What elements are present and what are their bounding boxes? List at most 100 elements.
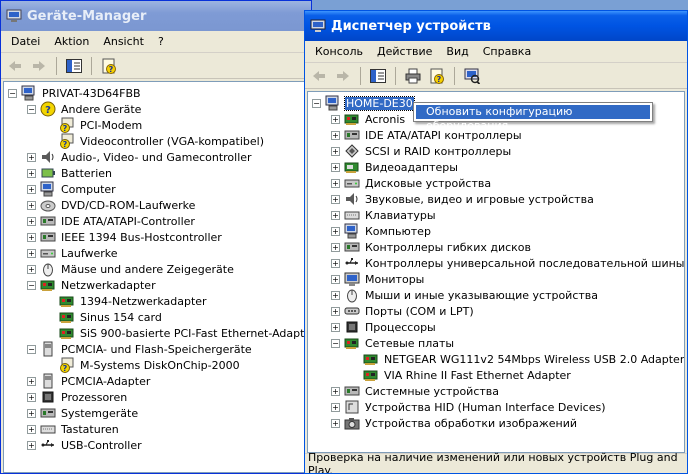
expand-icon[interactable]: + — [27, 184, 36, 194]
back-button[interactable] — [5, 56, 25, 76]
tree-item[interactable]: + IDE ATA/ATAPI-Controller — [27, 213, 196, 229]
tree-item[interactable]: + Laufwerke — [27, 245, 119, 261]
expand-icon[interactable]: + — [27, 200, 36, 210]
expand-icon[interactable]: + — [331, 290, 340, 300]
tree-item[interactable]: + Batterien — [27, 165, 113, 181]
expand-icon[interactable]: + — [331, 178, 340, 188]
tree-item[interactable]: + Устройства HID (Human Interface Devices… — [331, 399, 607, 415]
expand-icon[interactable]: + — [331, 258, 340, 268]
show-hide-tree-button[interactable] — [368, 66, 388, 86]
properties-button[interactable]: ? — [427, 66, 447, 86]
expand-icon[interactable]: + — [331, 226, 340, 236]
expand-icon[interactable]: + — [331, 194, 340, 204]
tree-item[interactable]: − PRIVAT-43D64FBB — [8, 85, 142, 101]
expand-icon[interactable]: + — [331, 402, 340, 412]
show-hide-tree-button[interactable] — [64, 56, 84, 76]
tree-item[interactable]: + Tastaturen — [27, 421, 120, 437]
tree-item[interactable]: + Видеоадаптеры — [331, 159, 459, 175]
tree-item[interactable]: Sinus 154 card — [46, 309, 163, 325]
expand-icon[interactable]: + — [27, 424, 36, 434]
expand-icon[interactable]: + — [27, 264, 36, 274]
tree-item[interactable]: + Компьютер — [331, 223, 432, 239]
tree-item[interactable]: ? M-Systems DiskOnChip-2000 — [46, 357, 241, 373]
collapse-icon[interactable]: − — [331, 338, 340, 348]
tree-item[interactable]: −? Andere Geräte — [27, 101, 142, 117]
expand-icon[interactable]: + — [27, 392, 36, 402]
tree-item[interactable]: ? Videocontroller (VGA-kompatibel) — [46, 133, 265, 149]
tree-item[interactable]: + Mäuse und andere Zeigegeräte — [27, 261, 235, 277]
properties-button[interactable]: ? — [99, 56, 119, 76]
expand-icon[interactable]: + — [331, 162, 340, 172]
tree-item[interactable]: + DVD/CD-ROM-Laufwerke — [27, 197, 196, 213]
expand-icon[interactable]: + — [331, 210, 340, 220]
tree-item[interactable]: 1394-Netzwerkadapter — [46, 293, 208, 309]
tree-item[interactable]: + Prozessoren — [27, 389, 128, 405]
title-bar[interactable]: Диспетчер устройств — [305, 11, 687, 41]
menu-console[interactable]: Консоль — [308, 45, 370, 58]
device-tree[interactable]: − HOME-DE30 + Acronis + IDE ATA/ATAPI контрол… — [307, 91, 685, 453]
collapse-icon[interactable]: − — [8, 88, 17, 98]
tree-item[interactable]: + Дисковые устройства — [331, 175, 492, 191]
print-button[interactable] — [403, 66, 423, 86]
expand-icon[interactable]: + — [331, 322, 340, 332]
collapse-icon[interactable]: − — [27, 104, 36, 114]
expand-icon[interactable]: + — [331, 418, 340, 428]
expand-icon[interactable]: + — [27, 248, 36, 258]
expand-icon[interactable]: + — [27, 216, 36, 226]
tree-item[interactable]: + SCSI и RAID контроллеры — [331, 143, 512, 159]
menu-aktion[interactable]: Aktion — [47, 35, 96, 48]
tree-item[interactable]: + IEEE 1394 Bus-Hostcontroller — [27, 229, 223, 245]
menu-view[interactable]: Вид — [439, 45, 475, 58]
tree-item[interactable]: + Контроллеры универсальной последователь… — [331, 255, 684, 271]
tree-item[interactable]: − HOME-DE30 — [312, 95, 415, 111]
tree-item[interactable]: ? PCI-Modem — [46, 117, 143, 133]
tree-item[interactable]: + Audio-, Video- und Gamecontroller — [27, 149, 253, 165]
expand-icon[interactable]: + — [27, 408, 36, 418]
expand-icon[interactable]: + — [331, 386, 340, 396]
tree-item[interactable]: + Acronis — [331, 111, 406, 127]
tree-item[interactable]: + Контроллеры гибких дисков — [331, 239, 532, 255]
expand-icon[interactable]: + — [27, 376, 36, 386]
expand-icon[interactable]: + — [27, 168, 36, 178]
tree-item[interactable]: − Netzwerkadapter — [27, 277, 157, 293]
context-menu-item-scan-hardware[interactable]: Обновить конфигурацию оборудования — [416, 105, 650, 132]
tree-item[interactable]: + Мыши и иные указывающие устройства — [331, 287, 599, 303]
tree-item[interactable]: + Процессоры — [331, 319, 437, 335]
expand-icon[interactable]: + — [331, 306, 340, 316]
forward-button[interactable] — [29, 56, 49, 76]
expand-icon[interactable]: + — [331, 114, 340, 124]
tree-item[interactable]: + Клавиатуры — [331, 207, 437, 223]
collapse-icon[interactable]: − — [312, 98, 321, 108]
expand-icon[interactable]: + — [331, 274, 340, 284]
expand-icon[interactable]: + — [27, 232, 36, 242]
tree-item[interactable]: NETGEAR WG111v2 54Mbps Wireless USB 2.0 … — [350, 351, 684, 367]
tree-item[interactable]: + Computer — [27, 181, 117, 197]
tree-item[interactable]: + USB-Controller — [27, 437, 143, 453]
tree-item[interactable]: + Звуковые, видео и игровые устройства — [331, 191, 595, 207]
scan-hardware-button[interactable] — [462, 66, 482, 86]
tree-item[interactable]: + Системные устройства — [331, 383, 500, 399]
tree-item[interactable]: SiS 900-basierte PCI-Fast Ethernet-Adapt… — [46, 325, 308, 341]
menu-action[interactable]: Действие — [370, 45, 439, 58]
collapse-icon[interactable]: − — [27, 280, 36, 290]
forward-button[interactable] — [333, 66, 353, 86]
tree-item[interactable]: + Systemgeräte — [27, 405, 139, 421]
back-button[interactable] — [309, 66, 329, 86]
expand-icon[interactable]: + — [331, 146, 340, 156]
tree-item[interactable]: + Мониторы — [331, 271, 425, 287]
tree-item[interactable]: + PCMCIA-Adapter — [27, 373, 151, 389]
expand-icon[interactable]: + — [27, 440, 36, 450]
menu-help[interactable]: Справка — [476, 45, 538, 58]
tree-item[interactable]: + Порты (COM и LPT) — [331, 303, 475, 319]
tree-item[interactable]: − Сетевые платы — [331, 335, 455, 351]
collapse-icon[interactable]: − — [27, 344, 36, 354]
expand-icon[interactable]: + — [331, 242, 340, 252]
tree-item[interactable]: − PCMCIA- und Flash-Speichergeräte — [27, 341, 253, 357]
expand-icon[interactable]: + — [27, 152, 36, 162]
device-tree[interactable]: − PRIVAT-43D64FBB −? Andere Geräte? PCI-Mode… — [3, 81, 309, 473]
tree-item[interactable]: VIA Rhine II Fast Ethernet Adapter — [350, 367, 572, 383]
expand-icon[interactable]: + — [331, 130, 340, 140]
title-bar[interactable]: Geräte-Manager — [1, 1, 311, 31]
menu-help[interactable]: ? — [151, 35, 171, 48]
tree-item[interactable]: + Устройства обработки изображений — [331, 415, 578, 431]
